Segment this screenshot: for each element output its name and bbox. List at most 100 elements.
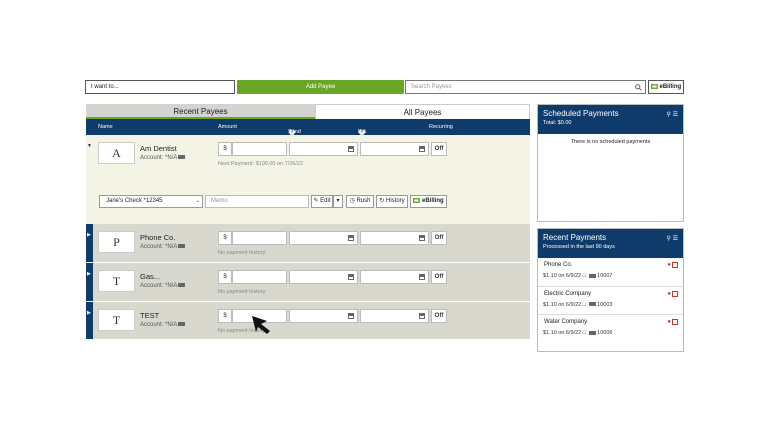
calendar-icon[interactable] <box>348 274 354 280</box>
send-on-date-input[interactable] <box>289 231 358 245</box>
recurring-toggle[interactable]: Off <box>431 270 447 284</box>
location-pin-icon[interactable]: ● <box>667 319 671 325</box>
add-payee-button[interactable]: Add Payee <box>237 80 404 94</box>
receipt-icon[interactable] <box>672 262 678 268</box>
memo-input[interactable]: Memo <box>205 195 309 208</box>
from-account-value: Jane's Check *12345 <box>106 198 163 204</box>
rush-button[interactable]: ◷ Rush <box>346 195 374 208</box>
scheduled-payments-title: Scheduled Payments <box>543 109 619 118</box>
calendar-icon[interactable] <box>419 313 425 319</box>
rush-label: Rush <box>356 198 371 204</box>
edit-menu-button[interactable]: ▾ <box>333 195 343 208</box>
currency-symbol: $ <box>218 231 232 245</box>
menu-icon[interactable]: ☰ <box>673 236 678 242</box>
recent-payments-subtitle: Processed in the last 90 days <box>543 244 615 250</box>
history-button[interactable]: ↻ History <box>376 195 408 208</box>
from-account-select[interactable]: Jane's Check *12345 ⌄ <box>99 195 203 208</box>
payee-row-actions: Jane's Check *12345 ⌄ Memo ✎ Edit ▾ ◷ Rus… <box>86 192 530 224</box>
send-on-date-input[interactable] <box>289 309 358 323</box>
mouse-cursor-icon <box>252 316 270 334</box>
row-ebilling-label: eBilling <box>422 198 444 204</box>
scheduled-empty-message: There is no scheduled payments <box>570 139 651 145</box>
calendar-icon[interactable] <box>419 274 425 280</box>
column-header: Name Amount Send On? Est. Delivery? Recu… <box>86 119 530 141</box>
envelope-icon <box>178 155 186 160</box>
payee-account: Account: *N/A <box>140 322 186 328</box>
tab-recent-payees[interactable]: Recent Payees <box>86 104 315 119</box>
calendar-icon[interactable] <box>348 313 354 319</box>
payee-account-text: Account: *N/A <box>140 322 178 328</box>
payee-account: Account: *N/A <box>140 283 186 289</box>
chevron-down-icon[interactable]: ▼ <box>87 143 92 149</box>
payee-avatar: A <box>98 142 135 164</box>
recent-payment-ref: 10003 <box>597 301 613 308</box>
payee-avatar: T <box>98 309 135 331</box>
col-name: Name <box>98 124 113 130</box>
payee-name[interactable]: TEST <box>140 311 159 320</box>
envelope-icon <box>588 330 596 335</box>
est-delivery-date-input[interactable] <box>360 270 429 284</box>
location-pin-icon[interactable]: ● <box>667 291 671 297</box>
currency-symbol: $ <box>218 270 232 284</box>
top-toolbar: I want to... Add Payee Search Payees eBi… <box>85 80 684 94</box>
scheduled-total: Total: $0.00 <box>543 120 572 126</box>
ebilling-button[interactable]: eBilling <box>648 80 684 94</box>
payee-account-text: Account: *N/A <box>140 244 178 250</box>
recent-payment-item[interactable]: Phone Co. $1.10 on 6/9/22 □ 10007 ● <box>538 258 683 287</box>
recent-payment-amount-date: $1.10 on 6/9/22 <box>543 301 582 308</box>
chevron-right-icon[interactable]: ▶ <box>87 232 91 238</box>
amount-input[interactable] <box>232 142 287 156</box>
recent-payment-amount-date: $1.10 on 6/9/22 <box>543 330 582 336</box>
payee-tabs: Recent Payees All Payees <box>86 104 530 119</box>
est-delivery-date-input[interactable] <box>360 142 429 156</box>
payee-row[interactable]: ▶ P Phone Co. Account: *N/A $ Off No pay… <box>86 224 530 263</box>
row-ebilling-button[interactable]: eBilling <box>410 195 447 208</box>
payee-name[interactable]: Am Dentist <box>140 144 177 153</box>
payment-history-note: No payment history <box>218 289 266 295</box>
calendar-icon[interactable] <box>348 235 354 241</box>
recent-payment-item[interactable]: Electric Company $1.10 on 6/9/22 □ 10003… <box>538 287 683 315</box>
receipt-icon[interactable] <box>672 319 678 325</box>
calendar-icon[interactable] <box>419 235 425 241</box>
payee-avatar: P <box>98 231 135 253</box>
est-delivery-date-input[interactable] <box>360 231 429 245</box>
payee-name[interactable]: Phone Co. <box>140 233 175 242</box>
edit-button[interactable]: ✎ Edit <box>311 195 333 208</box>
calendar-icon[interactable] <box>419 146 425 152</box>
amount-input[interactable] <box>232 270 287 284</box>
chevron-right-icon[interactable]: ▶ <box>87 271 91 277</box>
chevron-right-icon[interactable]: ▶ <box>87 310 91 316</box>
tab-all-payees[interactable]: All Payees <box>315 104 530 119</box>
recent-payments-panel: Recent Payments Processed in the last 90… <box>537 228 684 352</box>
payee-name[interactable]: Gas... <box>140 272 160 281</box>
recurring-toggle[interactable]: Off <box>431 309 447 323</box>
row-stripe <box>86 263 93 301</box>
recurring-toggle[interactable]: Off <box>431 142 447 156</box>
menu-icon[interactable]: ☰ <box>673 112 678 118</box>
recent-payment-item[interactable]: Water Company $1.10 on 6/9/22 □ 10006 ● <box>538 315 683 344</box>
send-on-date-input[interactable] <box>289 142 358 156</box>
receipt-icon[interactable] <box>672 290 678 297</box>
history-label: History <box>386 198 405 204</box>
panel-icons: ⚲ ☰ <box>667 235 678 242</box>
recurring-toggle[interactable]: Off <box>431 231 447 245</box>
payee-account: Account: *N/A <box>140 155 186 161</box>
doc-icon: □ <box>582 330 587 336</box>
ebilling-label: eBilling <box>659 84 682 90</box>
search-icon[interactable]: ⚲ <box>667 236 671 242</box>
envelope-icon <box>178 283 186 288</box>
amount-input[interactable] <box>232 231 287 245</box>
search-icon[interactable]: ⚲ <box>667 112 671 118</box>
search-payees-input[interactable]: Search Payees <box>405 80 646 94</box>
payee-row[interactable]: ▼ A Am Dentist Account: *N/A $ Off Next … <box>86 135 530 193</box>
payee-row[interactable]: ▶ T TEST Account: *N/A $ Off No payment … <box>86 302 530 340</box>
location-pin-icon[interactable]: ● <box>667 262 671 268</box>
calendar-icon[interactable] <box>348 146 354 152</box>
payee-row[interactable]: ▶ T Gas... Account: *N/A $ Off No paymen… <box>86 263 530 302</box>
est-delivery-date-input[interactable] <box>360 309 429 323</box>
col-recurring: Recurring <box>429 124 453 130</box>
send-on-date-input[interactable] <box>289 270 358 284</box>
doc-icon: □ <box>582 273 587 279</box>
payment-history-note: No payment history <box>218 250 266 256</box>
i-want-to-dropdown[interactable]: I want to... <box>85 80 235 94</box>
